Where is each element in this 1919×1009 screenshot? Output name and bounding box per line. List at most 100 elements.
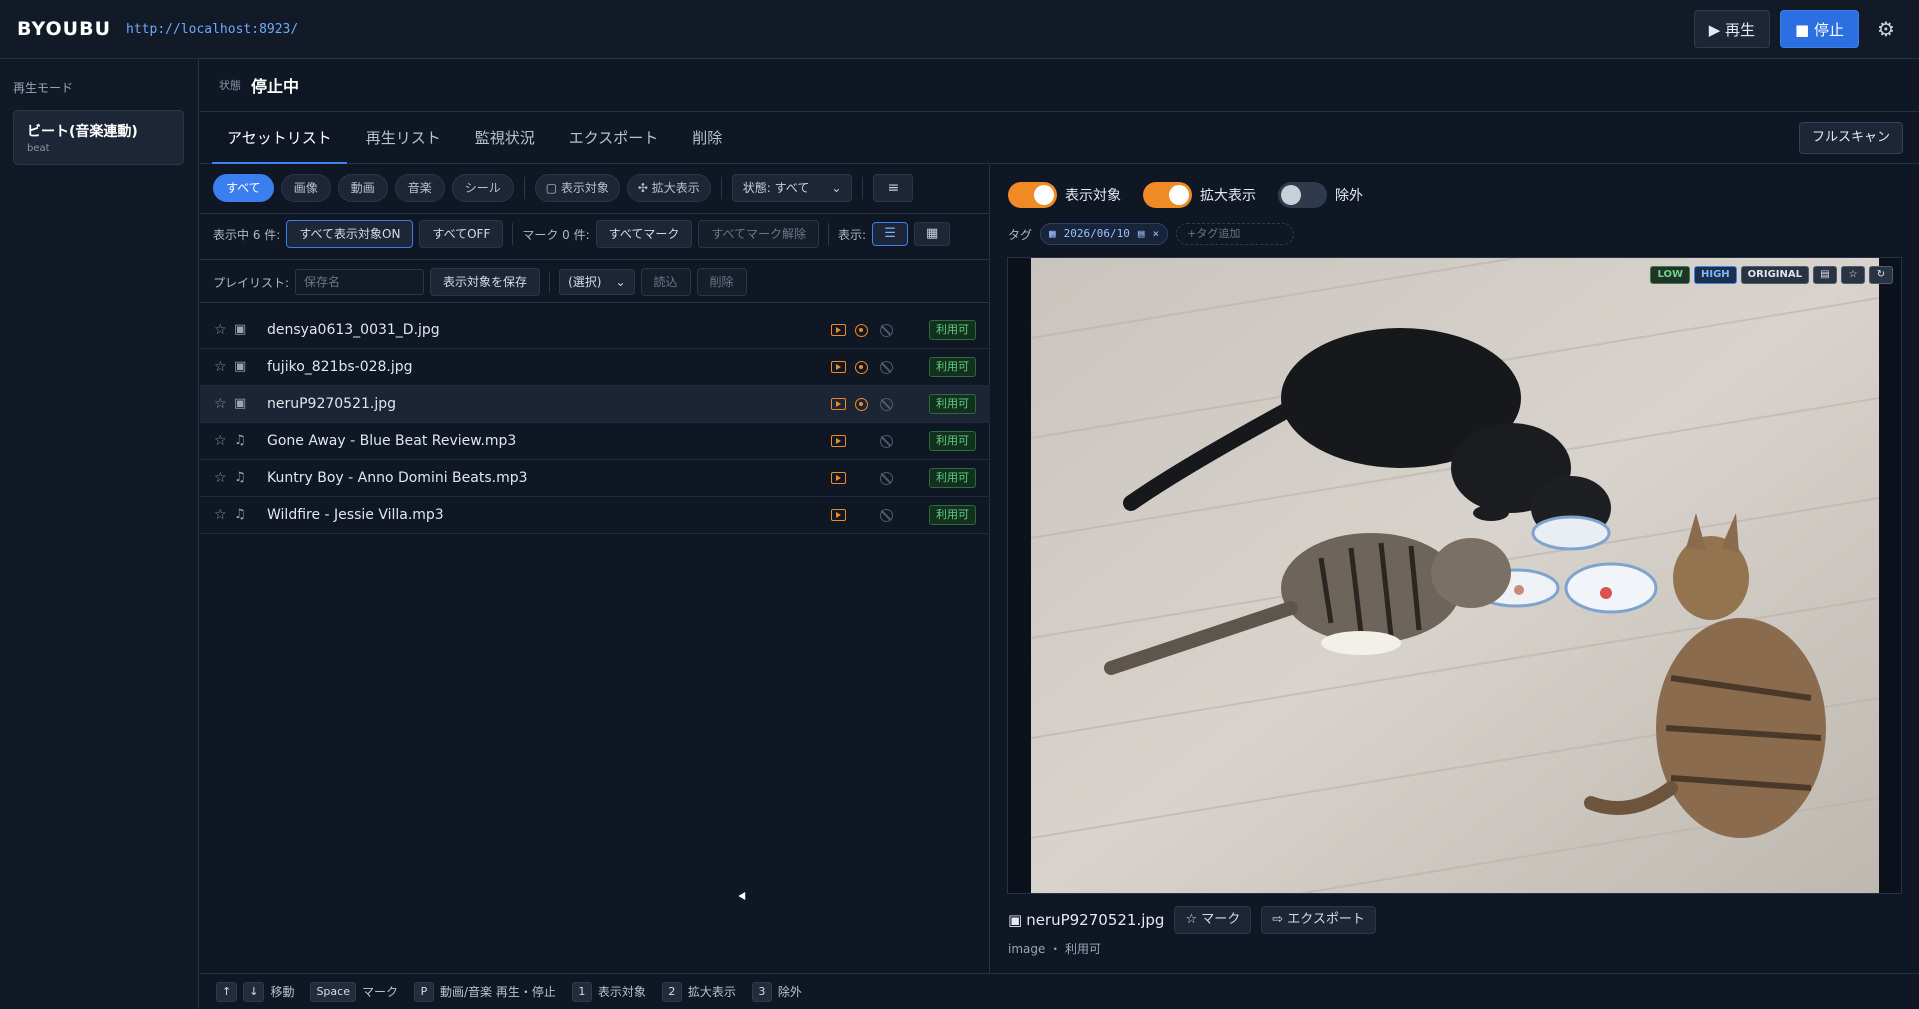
key-down: ↓ bbox=[243, 981, 265, 1002]
play-icon[interactable] bbox=[831, 435, 846, 447]
stop-button[interactable]: ■ 停止 bbox=[1780, 10, 1859, 48]
quality-low-button[interactable]: LOW bbox=[1650, 266, 1690, 284]
exclude-toggle[interactable] bbox=[1278, 182, 1327, 208]
status-badge: 利用可 bbox=[929, 357, 976, 377]
star-icon[interactable]: ☆ bbox=[214, 359, 227, 375]
add-tag-input[interactable]: +タグ追加 bbox=[1176, 223, 1295, 245]
exclude-icon[interactable] bbox=[880, 360, 893, 374]
filter-music[interactable]: 音楽 bbox=[394, 174, 445, 202]
list-item[interactable]: ☆ ▣ neruP9270521.jpg 利用可 bbox=[200, 386, 990, 423]
status-badge: 利用可 bbox=[929, 431, 976, 451]
asset-list: ☆ ▣ densya0613_0031_D.jpg 利用可 ☆ ▣ fujiko… bbox=[200, 312, 990, 534]
playlist-name-input[interactable]: 保存名 bbox=[295, 269, 425, 295]
all-on-button[interactable]: すべて表示対象ON bbox=[286, 220, 414, 248]
tab-delete[interactable]: 削除 bbox=[677, 112, 737, 164]
star-icon[interactable]: ☆ bbox=[214, 396, 227, 412]
remove-tag-icon[interactable]: × bbox=[1153, 224, 1160, 244]
showing-count: 表示中 6 件: bbox=[213, 227, 281, 242]
date-tag[interactable]: ▦ 2026/06/10 ▤ × bbox=[1040, 223, 1169, 245]
list-item[interactable]: ☆ ▣ densya0613_0031_D.jpg 利用可 bbox=[200, 312, 990, 349]
load-button[interactable]: 読込 bbox=[640, 268, 691, 296]
play-icon[interactable] bbox=[831, 398, 846, 410]
app-root: BYOUBU http://localhost:8923/ ▶ 再生 ■ 停止 … bbox=[0, 0, 1919, 1009]
rotate-icon[interactable]: ↻ bbox=[1869, 266, 1893, 284]
unmark-all-button[interactable]: すべてマーク解除 bbox=[698, 220, 820, 248]
filter-icon[interactable]: ≡ bbox=[873, 174, 914, 202]
list-item[interactable]: ☆ ♫ Kuntry Boy - Anno Domini Beats.mp3 利… bbox=[200, 460, 990, 497]
tab-monitor[interactable]: 監視状況 bbox=[460, 112, 550, 164]
full-scan-button[interactable]: フルスキャン bbox=[1798, 122, 1903, 154]
play-button[interactable]: ▶ 再生 bbox=[1693, 10, 1771, 48]
filter-sticker[interactable]: シール bbox=[451, 174, 514, 202]
play-icon[interactable] bbox=[831, 509, 846, 521]
mark-button[interactable]: ☆ マーク bbox=[1174, 906, 1252, 934]
playback-mode-card[interactable]: ビート(音楽連動) beat bbox=[13, 110, 184, 165]
filter-all[interactable]: すべて bbox=[213, 174, 274, 202]
target-icon[interactable] bbox=[855, 397, 868, 411]
filter-video[interactable]: 動画 bbox=[337, 174, 388, 202]
file-name: neruP9270521.jpg bbox=[267, 396, 397, 412]
tab-bar: アセットリスト 再生リスト 監視状況 エクスポート 削除 フルスキャン bbox=[200, 112, 1919, 164]
asset-list-panel: すべて 画像 動画 音楽 シール ▢ 表示対象 ✣ 拡大表示 状態: すべて ⌄… bbox=[200, 165, 990, 973]
detail-meta: image ・ 利用可 bbox=[1008, 942, 1102, 956]
exclude-icon[interactable] bbox=[880, 323, 893, 337]
play-icon[interactable] bbox=[831, 472, 846, 484]
file-name: fujiko_821bs-028.jpg bbox=[267, 359, 413, 375]
list-item[interactable]: ☆ ▣ fujiko_821bs-028.jpg 利用可 bbox=[200, 349, 990, 386]
app-brand: BYOUBU bbox=[17, 18, 112, 40]
list-item[interactable]: ☆ ♫ Gone Away - Blue Beat Review.mp3 利用可 bbox=[200, 423, 990, 460]
status-label: 状態 bbox=[219, 79, 241, 92]
image-file-icon: ▣ bbox=[234, 322, 247, 337]
play-icon[interactable] bbox=[831, 361, 846, 373]
delete-playlist-button[interactable]: 削除 bbox=[696, 268, 747, 296]
filter-image[interactable]: 画像 bbox=[280, 174, 331, 202]
grid-view-icon[interactable]: ▦ bbox=[914, 222, 951, 246]
separator bbox=[720, 177, 722, 199]
status-badge: 利用可 bbox=[929, 468, 976, 488]
target-icon[interactable] bbox=[855, 360, 868, 374]
exclude-icon[interactable] bbox=[880, 397, 893, 411]
all-off-button[interactable]: すべてOFF bbox=[419, 220, 504, 248]
tab-asset-list[interactable]: アセットリスト bbox=[212, 112, 347, 164]
toggle-knob bbox=[1169, 185, 1189, 205]
save-targets-button[interactable]: 表示対象を保存 bbox=[430, 268, 541, 296]
status-badge: 利用可 bbox=[929, 505, 976, 525]
chevron-down-icon: ⌄ bbox=[615, 275, 626, 289]
target-icon[interactable] bbox=[855, 323, 868, 337]
state-select[interactable]: 状態: すべて ⌄ bbox=[731, 174, 853, 202]
settings-gear-icon[interactable]: ⚙ bbox=[1869, 12, 1903, 46]
quality-high-button[interactable]: HIGH bbox=[1693, 266, 1737, 284]
star-icon[interactable]: ☆ bbox=[214, 433, 227, 449]
date-tag-value: 2026/06/10 bbox=[1063, 227, 1130, 240]
exclude-icon[interactable] bbox=[880, 508, 893, 522]
separator bbox=[523, 177, 525, 199]
list-item[interactable]: ☆ ♫ Wildfire - Jessie Villa.mp3 利用可 bbox=[200, 497, 990, 534]
document-icon[interactable]: ▤ bbox=[1813, 266, 1837, 284]
view-label: 表示: bbox=[838, 227, 867, 242]
playlist-select[interactable]: (選択) ⌄ bbox=[559, 269, 635, 295]
filter-zoom[interactable]: ✣ 拡大表示 bbox=[626, 174, 711, 202]
star-outline-icon[interactable]: ☆ bbox=[1841, 266, 1865, 284]
play-icon[interactable] bbox=[831, 324, 846, 336]
divider bbox=[200, 302, 990, 303]
zoom-toggle[interactable] bbox=[1143, 182, 1192, 208]
filter-display-target[interactable]: ▢ 表示対象 bbox=[534, 174, 620, 202]
tab-playlist[interactable]: 再生リスト bbox=[351, 112, 456, 164]
export-button[interactable]: ⇨ エクスポート bbox=[1261, 906, 1376, 934]
star-icon[interactable]: ☆ bbox=[214, 322, 227, 338]
calendar-picker-icon[interactable]: ▤ bbox=[1138, 224, 1145, 244]
chevron-down-icon: ⌄ bbox=[831, 181, 842, 195]
top-header: BYOUBU http://localhost:8923/ ▶ 再生 ■ 停止 … bbox=[0, 0, 1919, 59]
status-value: 停止中 bbox=[251, 77, 300, 96]
list-view-icon[interactable]: ☰ bbox=[872, 222, 909, 246]
mark-all-button[interactable]: すべてマーク bbox=[595, 220, 693, 248]
exclude-icon[interactable] bbox=[880, 471, 893, 485]
quality-original-button[interactable]: ORIGINAL bbox=[1740, 266, 1809, 284]
hint-mark: マーク bbox=[361, 985, 398, 999]
display-target-toggle[interactable] bbox=[1008, 182, 1057, 208]
server-url[interactable]: http://localhost:8923/ bbox=[126, 22, 298, 37]
exclude-icon[interactable] bbox=[880, 434, 893, 448]
star-icon[interactable]: ☆ bbox=[214, 470, 227, 486]
tab-export[interactable]: エクスポート bbox=[554, 112, 674, 164]
star-icon[interactable]: ☆ bbox=[214, 507, 227, 523]
